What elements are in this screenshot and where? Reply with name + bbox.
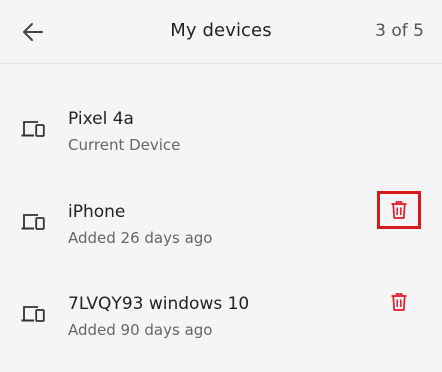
devices-icon bbox=[21, 306, 45, 322]
device-added-date: Added 26 days ago bbox=[68, 229, 213, 247]
delete-device-button[interactable] bbox=[377, 191, 421, 229]
devices-icon bbox=[21, 121, 45, 137]
trash-icon bbox=[391, 293, 407, 311]
device-name: iPhone bbox=[68, 202, 126, 222]
trash-icon bbox=[391, 201, 407, 219]
delete-device-button[interactable] bbox=[377, 283, 421, 321]
device-added-date: Added 90 days ago bbox=[68, 321, 213, 339]
devices-icon bbox=[21, 214, 45, 230]
device-count: 3 of 5 bbox=[375, 21, 424, 41]
app-header: My devices 3 of 5 bbox=[0, 0, 442, 64]
device-name: 7LVQY93 windows 10 bbox=[68, 294, 250, 314]
device-item-pixel-4a: Pixel 4a Current Device bbox=[0, 108, 442, 168]
device-item-windows: 7LVQY93 windows 10 Added 90 days ago bbox=[0, 293, 442, 353]
device-status: Current Device bbox=[68, 136, 181, 154]
device-name: Pixel 4a bbox=[68, 109, 134, 129]
device-item-iphone: iPhone Added 26 days ago bbox=[0, 191, 442, 261]
